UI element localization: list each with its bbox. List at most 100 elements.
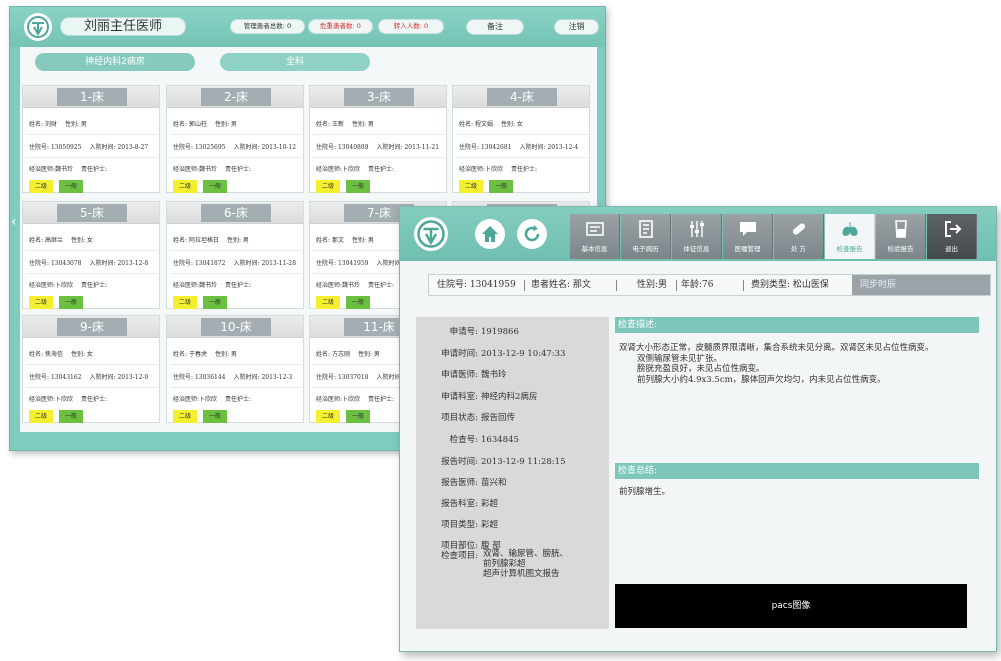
home-icon	[482, 226, 498, 242]
lungs-icon	[842, 222, 858, 236]
request-details-panel: 申请号: 1919866 申请时间: 2013-12-9 10:47:33 申请医师: 魏…	[416, 317, 609, 629]
patient-age: 年龄:76	[681, 280, 714, 290]
nav-tab[interactable]: 检查报告	[825, 214, 875, 259]
attending-label: 经治医师:	[316, 166, 343, 173]
bed-number: 1-床	[57, 88, 127, 106]
nav-tab[interactable]: 检验报告	[876, 214, 926, 259]
detail-value: 报告回传	[481, 413, 516, 423]
detail-key: 检查项目:	[441, 551, 478, 561]
name-label: 姓名:	[459, 121, 474, 128]
admission-time: 2013-12-4	[547, 144, 579, 151]
critical-patients-stat: 危重患者数: 0	[308, 19, 373, 34]
detail-value: 彩超	[481, 499, 499, 509]
condition-badge: 一般	[203, 410, 227, 423]
gender-label: 性别:	[214, 121, 229, 128]
bed-staff-row: 经治医师:魏书玲 责任护士:	[173, 164, 251, 173]
admission-no-label: 住院号:	[173, 374, 194, 381]
id-card-icon	[586, 222, 604, 236]
detail-key: 申请科室:	[441, 392, 478, 402]
admission-time-label: 入院时间:	[89, 260, 116, 267]
desc-line: 双肾大小形态正常，皮髓质界限清晰，集合系统未见分离。双肾区未见占位性病变。	[619, 343, 934, 353]
nav-tab-label: 检查报告	[836, 245, 863, 253]
patient-name: 那文	[331, 237, 344, 244]
nurse-label: 责任护士:	[81, 282, 108, 289]
nav-tab[interactable]: 电子病历	[621, 214, 671, 259]
gender-label: 性别:	[64, 121, 79, 128]
chevron-left-icon[interactable]: ‹	[11, 212, 21, 232]
hospital-logo-icon	[24, 13, 52, 41]
condition-badge: 一般	[203, 296, 227, 309]
bed-staff-row: 经治医师:卜欣欣 责任护士:	[316, 394, 394, 403]
bed-card[interactable]: 9-床 姓名: 焦海信 性别: 女住院号: 13043162 入院时间: 2013-1…	[22, 315, 160, 423]
pacs-image-viewer[interactable]: pacs图像	[615, 584, 967, 628]
bed-staff-row: 经治医师:魏书玲 责任护士:	[173, 280, 251, 289]
bed-staff-row: 经治医师:卜欣欣 责任护士:	[459, 164, 537, 173]
condition-badge: 一般	[346, 296, 370, 309]
nav-tab[interactable]: 体征信息	[672, 214, 722, 259]
attending-doctor: 魏书玲	[342, 282, 361, 289]
detail-key: 申请时间:	[441, 349, 478, 359]
new-admissions-stat: 转入人数: 0	[378, 19, 444, 34]
attending-label: 经治医师:	[173, 396, 200, 403]
refresh-icon	[524, 225, 540, 242]
attending-label: 经治医师:	[29, 396, 56, 403]
refresh-button[interactable]	[517, 219, 547, 249]
bed-card-header: 2-床	[167, 86, 303, 108]
name-label: 姓名:	[173, 351, 188, 358]
bed-card[interactable]: 5-床 姓名: 高继兰 性别: 女住院号: 13043078 入院时间: 2013-1…	[22, 201, 160, 309]
bed-number: 10-床	[201, 318, 271, 336]
admission-time-label: 入院时间:	[233, 144, 260, 151]
name-label: 姓名:	[29, 351, 44, 358]
logout-button[interactable]: 注销	[554, 19, 599, 35]
patient-name: 程文娟	[474, 121, 493, 128]
care-level-badge: 二级	[29, 296, 53, 309]
nav-tab[interactable]: 退出	[927, 214, 977, 259]
detail-key: 报告医师:	[441, 478, 478, 488]
tab-department[interactable]: 神经内科2病房	[35, 53, 195, 71]
bed-number: 6-床	[201, 204, 271, 222]
admission-no-label: 住院号:	[173, 144, 194, 151]
admission-time: 2013-12-9	[117, 374, 149, 381]
attending-doctor: 卜欣欣	[55, 282, 74, 289]
bed-card[interactable]: 3-床 姓名: 王新 性别: 男住院号: 13040889 入院时间: 2013-11…	[309, 85, 447, 193]
detail-row: 报告科室: 彩超	[416, 497, 609, 509]
bed-name-row: 姓名: 郭山柱 性别: 男	[173, 119, 237, 128]
nav-tab[interactable]: 基本信息	[570, 214, 620, 259]
patient-gender: 男	[230, 351, 237, 358]
admission-number: 住院号: 13041959	[437, 280, 516, 290]
admission-time-label: 入院时间:	[89, 374, 116, 381]
condition-badge: 一般	[346, 180, 370, 193]
bed-admission-row: 住院号: 13043078 入院时间: 2013-12-8	[29, 258, 148, 267]
doctor-title: 刘丽主任医师	[60, 17, 186, 36]
gender-label: 性别:	[70, 237, 85, 244]
patient-name: 焦海信	[44, 351, 63, 358]
gender-label: 性别:	[357, 351, 372, 358]
bed-card[interactable]: 10-床 姓名: 于春虎 性别: 男住院号: 13036144 入院时间: 2013-…	[166, 315, 304, 423]
patient-name: 患者姓名: 那文	[531, 280, 591, 290]
care-level-badge: 二级	[173, 180, 197, 193]
nav-tab[interactable]: 医嘱管理	[723, 214, 773, 259]
admission-time-label: 入院时间:	[376, 144, 403, 151]
gender-label: 性别:	[500, 121, 515, 128]
memo-button[interactable]: 备注	[466, 19, 524, 35]
care-level-badge: 二级	[29, 410, 53, 423]
condition-badge: 一般	[203, 180, 227, 193]
attending-label: 经治医师:	[173, 166, 200, 173]
admission-no-label: 住院号:	[316, 374, 337, 381]
bed-card[interactable]: 1-床 姓名: 刘财 性别: 男住院号: 13050925 入院时间: 2013-8-…	[22, 85, 160, 193]
detail-key: 项目类型:	[441, 520, 478, 530]
bed-number: 2-床	[201, 88, 271, 106]
nav-tab[interactable]: 处 方	[774, 214, 824, 259]
bed-name-row: 姓名: 于春虎 性别: 男	[173, 349, 237, 358]
bed-card-header: 1-床	[23, 86, 159, 108]
bed-card[interactable]: 6-床 姓名: 阿拉坦格日 性别: 男住院号: 13041872 入院时间: 2013…	[166, 201, 304, 309]
bed-card[interactable]: 2-床 姓名: 郭山柱 性别: 男住院号: 13025695 入院时间: 2013-1…	[166, 85, 304, 193]
detail-key: 申请医师:	[441, 370, 478, 380]
tab-all[interactable]: 全科	[220, 53, 370, 71]
sync-button[interactable]: 同步时辰	[852, 275, 990, 295]
attending-doctor: 卜欣欣	[485, 166, 504, 173]
home-button[interactable]	[475, 219, 505, 249]
nav-tab-label: 退出	[945, 245, 958, 253]
bed-card[interactable]: 4-床 姓名: 程文娟 性别: 女住院号: 13042681 入院时间: 2013-1…	[452, 85, 590, 193]
attending-doctor: 卜欣欣	[199, 396, 218, 403]
